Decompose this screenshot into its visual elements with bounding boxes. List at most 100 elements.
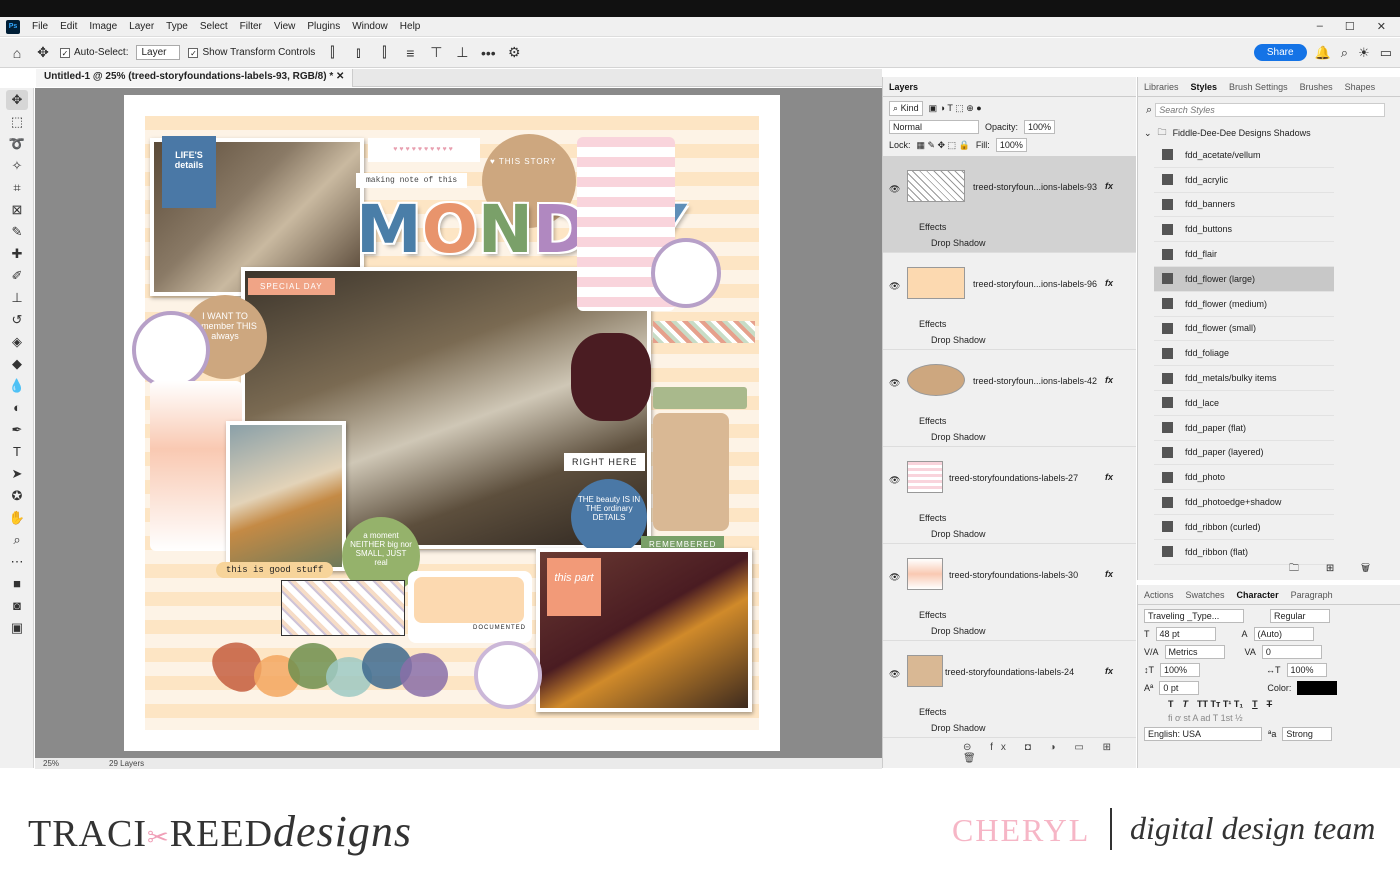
style-item[interactable]: fdd_flower (large) — [1154, 266, 1334, 292]
layer-row[interactable]: 👁 treed-storyfoundations-labels-27 fx Ef… — [883, 447, 1136, 544]
text-style-buttons[interactable]: T T TT Tт T¹ T₁ T T — [1168, 699, 1394, 709]
eraser-icon[interactable]: ◈ — [6, 332, 28, 352]
menu-select[interactable]: Select — [194, 21, 234, 32]
show-transform-checkbox[interactable]: ✓ Show Transform Controls — [188, 47, 315, 58]
layer-row[interactable]: 👁 treed-storyfoun...ions-labels-93 fx Ef… — [883, 156, 1136, 253]
color-swatches-icon[interactable]: ■ — [6, 574, 28, 594]
history-brush-icon[interactable]: ↺ — [6, 310, 28, 330]
eye-icon[interactable]: 👁 — [889, 669, 900, 680]
shape-tool-icon[interactable]: ✪ — [6, 486, 28, 506]
fx-icon[interactable]: fx — [1105, 666, 1113, 676]
maximize-icon[interactable]: ☐ — [1345, 20, 1355, 33]
quick-mask-icon[interactable]: ◙ — [6, 596, 28, 616]
styles-footer-icons[interactable]: 🗀 ⊞ 🗑 — [1289, 561, 1382, 578]
kerning-field[interactable]: Metrics — [1164, 645, 1225, 659]
style-item[interactable]: fdd_flair — [1154, 242, 1334, 267]
antialias-dropdown[interactable]: Strong — [1282, 727, 1333, 741]
fx-icon[interactable]: fx — [1105, 181, 1113, 191]
style-item[interactable]: fdd_foliage — [1154, 341, 1334, 367]
fx-icon[interactable]: fx — [1105, 375, 1113, 385]
zoom-tool-icon[interactable]: ⌕ — [6, 530, 28, 550]
minimize-icon[interactable]: – — [1317, 20, 1323, 33]
menu-edit[interactable]: Edit — [54, 21, 83, 32]
style-item[interactable]: fdd_banners — [1154, 193, 1334, 218]
menu-type[interactable]: Type — [160, 21, 194, 32]
tab-brushes[interactable]: Brushes — [1294, 82, 1339, 92]
fx-icon[interactable]: fx — [1105, 569, 1113, 579]
document-canvas[interactable]: LIFE'S details ♥ THIS STORY ♥♥♥♥♥♥♥♥♥♥ m… — [124, 95, 780, 751]
align-left-icon[interactable]: ⫿ — [323, 44, 341, 61]
style-item[interactable]: fdd_paper (flat) — [1154, 416, 1334, 441]
close-icon[interactable]: ✕ — [1377, 20, 1386, 33]
style-item[interactable]: fdd_acetate/vellum — [1154, 143, 1334, 168]
more-options-icon[interactable]: ••• — [479, 45, 497, 61]
align-middle-icon[interactable]: ⊥ — [453, 44, 471, 61]
move-tool-icon[interactable]: ✥ — [34, 44, 52, 61]
style-item[interactable]: fdd_paper (layered) — [1154, 441, 1334, 466]
style-item[interactable]: fdd_photo — [1154, 465, 1334, 491]
layer-row[interactable]: 👁 treed-storyfoun...ions-labels-96 fx Ef… — [883, 253, 1136, 350]
menu-window[interactable]: Window — [346, 21, 394, 32]
menu-layer[interactable]: Layer — [123, 21, 160, 32]
type-tool-icon[interactable]: T — [6, 442, 28, 462]
fx-icon[interactable]: fx — [1105, 278, 1113, 288]
menu-view[interactable]: View — [268, 21, 302, 32]
dodge-tool-icon[interactable]: ◐ — [6, 398, 28, 418]
text-color-swatch[interactable] — [1297, 681, 1338, 695]
search-icon[interactable]: ⌕ — [1341, 45, 1348, 61]
close-tab-icon[interactable]: ✕ — [336, 71, 344, 82]
opacity-field[interactable]: 100% — [1024, 120, 1056, 134]
tab-swatches[interactable]: Swatches — [1180, 590, 1231, 600]
layer-row[interactable]: 👁 treed-storyfoun...ions-labels-42 fx Ef… — [883, 350, 1136, 447]
paint-bucket-icon[interactable]: ◆ — [6, 354, 28, 374]
workspace-icon[interactable]: ▭ — [1380, 45, 1392, 61]
tab-shapes[interactable]: Shapes — [1339, 82, 1382, 92]
auto-select-dropdown[interactable]: Layer — [136, 45, 181, 60]
font-size-field[interactable]: 48 pt — [1155, 627, 1216, 641]
home-icon[interactable]: ⌂ — [8, 45, 26, 61]
vertical-scale-field[interactable]: 100% — [1160, 663, 1200, 677]
style-item[interactable]: fdd_metals/bulky items — [1154, 366, 1334, 391]
font-family-dropdown[interactable]: Traveling _Type... — [1144, 609, 1244, 623]
layer-row[interactable]: 👁 treed-storyfoundations-labels-30 fx Ef… — [883, 544, 1136, 641]
blend-mode-dropdown[interactable]: Normal — [889, 120, 979, 134]
selected-striped-label[interactable] — [281, 580, 405, 636]
style-item[interactable]: fdd_buttons — [1154, 217, 1334, 243]
layers-footer-icons[interactable]: ⊝ fx ◘ ◑ ▭ ⊞ 🗑 — [963, 742, 1136, 764]
align-top-icon[interactable]: ⊤ — [427, 44, 445, 61]
pen-tool-icon[interactable]: ✒ — [6, 420, 28, 440]
tracking-field[interactable]: 0 — [1261, 645, 1322, 659]
healing-brush-icon[interactable]: ✚ — [6, 244, 28, 264]
style-item[interactable]: fdd_lace — [1154, 391, 1334, 416]
horizontal-scale-field[interactable]: 100% — [1286, 663, 1327, 677]
styles-group-header[interactable]: ⌄ 🗀 Fiddle-Dee-Dee Designs Shadows — [1144, 123, 1400, 143]
tab-libraries[interactable]: Libraries — [1138, 82, 1185, 92]
document-tab[interactable]: Untitled-1 @ 25% (treed-storyfoundations… — [36, 69, 354, 87]
lightbulb-icon[interactable]: ☀ — [1358, 45, 1370, 61]
styles-search-input[interactable] — [1155, 103, 1386, 117]
stamp-tool-icon[interactable]: ⊥ — [6, 288, 28, 308]
tab-paragraph[interactable]: Paragraph — [1285, 590, 1339, 600]
zoom-level[interactable]: 25% — [43, 759, 59, 768]
distribute-icon[interactable]: ≡ — [401, 45, 419, 61]
style-item[interactable]: fdd_photoedge+shadow — [1154, 490, 1334, 515]
baseline-field[interactable]: 0 pt — [1159, 681, 1200, 695]
lasso-tool-icon[interactable]: ➰ — [6, 134, 28, 154]
more-tools-icon[interactable]: ⋯ — [6, 552, 28, 572]
auto-select-checkbox[interactable]: ✓ Auto-Select: — [60, 47, 128, 58]
align-center-icon[interactable]: ⫾ — [349, 44, 367, 61]
font-style-dropdown[interactable]: Regular — [1270, 609, 1330, 623]
eye-icon[interactable]: 👁 — [889, 184, 900, 195]
eye-icon[interactable]: 👁 — [889, 572, 900, 583]
filter-icons[interactable]: ▣ ◑ T ⬚ ⊕ ● — [929, 103, 982, 114]
opentype-buttons[interactable]: fi ơ st A ad T 1st ½ — [1168, 713, 1394, 723]
style-item[interactable]: fdd_flower (medium) — [1154, 292, 1334, 317]
style-item[interactable]: fdd_acrylic — [1154, 168, 1334, 193]
eyedropper-icon[interactable]: ✎ — [6, 222, 28, 242]
eye-icon[interactable]: 👁 — [889, 378, 900, 389]
align-right-icon[interactable]: ⫿ — [375, 44, 393, 61]
tab-actions[interactable]: Actions — [1138, 590, 1180, 600]
blur-tool-icon[interactable]: 💧 — [6, 376, 28, 396]
layer-row[interactable]: 👁 treed-storyfoundations-labels-24 fx Ef… — [883, 641, 1136, 738]
menu-file[interactable]: File — [26, 21, 54, 32]
